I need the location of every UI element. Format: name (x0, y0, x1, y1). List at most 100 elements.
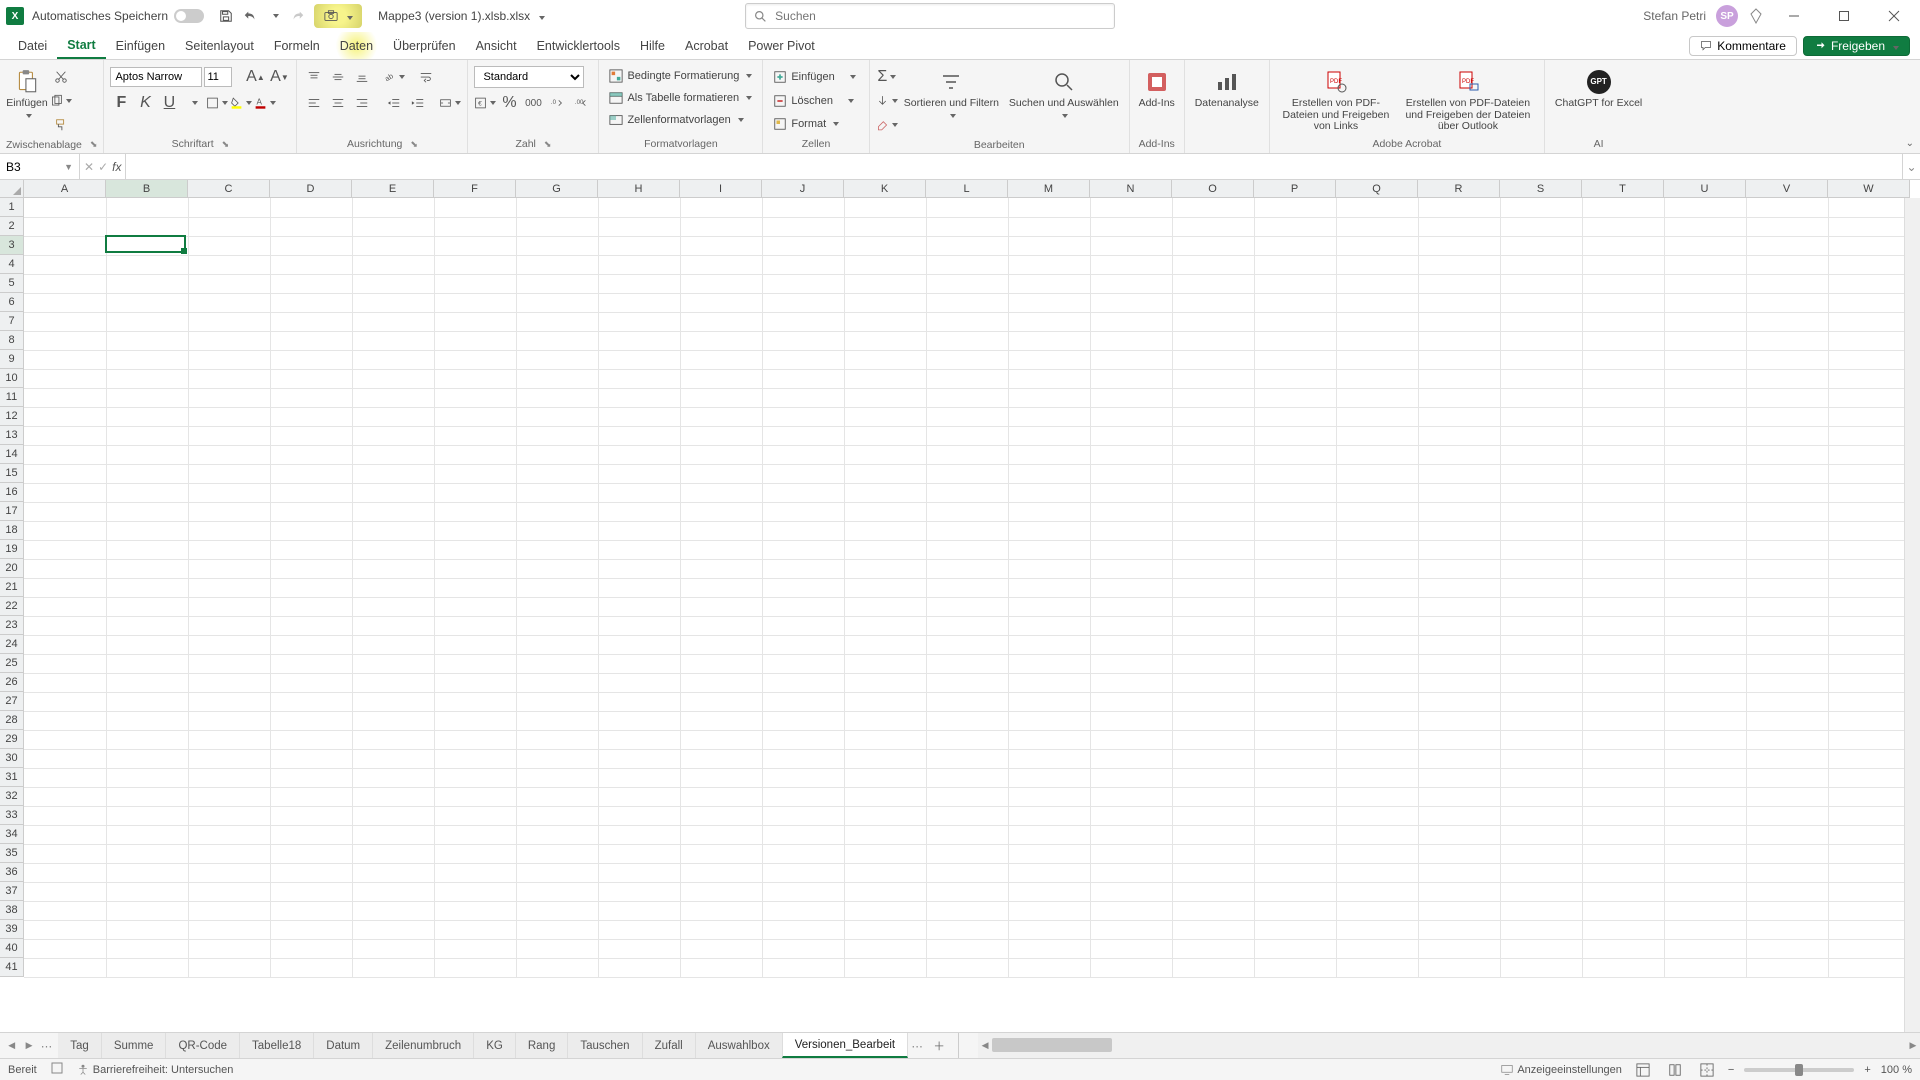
column-header[interactable]: E (352, 180, 434, 198)
cell[interactable] (1828, 236, 1910, 255)
cell[interactable] (1336, 806, 1418, 825)
cell[interactable] (434, 958, 516, 977)
cell[interactable] (1336, 426, 1418, 445)
cell[interactable] (1500, 198, 1582, 217)
cell[interactable] (1172, 806, 1254, 825)
cell[interactable] (1336, 825, 1418, 844)
cell[interactable] (1664, 939, 1746, 958)
column-header[interactable]: S (1500, 180, 1582, 198)
cell[interactable] (598, 502, 680, 521)
cell[interactable] (1500, 236, 1582, 255)
cell[interactable] (270, 825, 352, 844)
cell[interactable] (680, 692, 762, 711)
cell[interactable] (844, 255, 926, 274)
cell[interactable] (1828, 882, 1910, 901)
hscroll-thumb[interactable] (992, 1038, 1112, 1052)
cell[interactable] (844, 445, 926, 464)
cell[interactable] (270, 464, 352, 483)
cell[interactable] (1500, 654, 1582, 673)
cell[interactable] (1500, 749, 1582, 768)
row-header[interactable]: 11 (0, 388, 24, 407)
sheet-nav-menu-icon[interactable]: ⋯ (41, 1039, 53, 1053)
cell[interactable] (106, 920, 188, 939)
cell[interactable] (1090, 350, 1172, 369)
cell[interactable] (680, 844, 762, 863)
cell[interactable] (680, 559, 762, 578)
cell[interactable] (1172, 483, 1254, 502)
format-painter-icon[interactable] (50, 114, 72, 136)
cell[interactable] (1664, 730, 1746, 749)
cell[interactable] (270, 844, 352, 863)
row-header[interactable]: 9 (0, 350, 24, 369)
cell[interactable] (762, 654, 844, 673)
filename[interactable]: Mappe3 (version 1).xlsb.xlsx (378, 9, 545, 23)
cell[interactable] (598, 578, 680, 597)
cell[interactable] (352, 616, 434, 635)
cell[interactable] (762, 274, 844, 293)
increase-decimal-icon[interactable]: .0 (546, 92, 568, 114)
cell[interactable] (1090, 692, 1172, 711)
cell[interactable] (434, 483, 516, 502)
cell[interactable] (352, 255, 434, 274)
cell[interactable] (1254, 426, 1336, 445)
cell[interactable] (1090, 711, 1172, 730)
cell[interactable] (1746, 730, 1828, 749)
autosum-icon[interactable]: Σ (876, 66, 898, 88)
cell[interactable] (1664, 768, 1746, 787)
cell[interactable] (1172, 198, 1254, 217)
cell[interactable] (352, 692, 434, 711)
row-header[interactable]: 2 (0, 217, 24, 236)
cell[interactable] (1828, 464, 1910, 483)
cell[interactable] (1336, 749, 1418, 768)
cell[interactable] (1254, 559, 1336, 578)
cell[interactable] (1336, 768, 1418, 787)
cell[interactable] (188, 274, 270, 293)
cell[interactable] (1582, 236, 1664, 255)
status-macro-icon[interactable] (51, 1062, 63, 1077)
underline-icon[interactable]: U (158, 92, 180, 114)
maximize-button[interactable] (1824, 0, 1864, 32)
sheet-nav-prev-icon[interactable]: ◄ (6, 1040, 17, 1052)
cell[interactable] (926, 464, 1008, 483)
cell[interactable] (1828, 388, 1910, 407)
name-box-dropdown-icon[interactable]: ▼ (64, 162, 73, 172)
cell[interactable] (434, 426, 516, 445)
align-right-icon[interactable] (351, 92, 373, 114)
cell[interactable] (680, 654, 762, 673)
cell[interactable] (1582, 901, 1664, 920)
cell[interactable] (434, 730, 516, 749)
cell[interactable] (352, 369, 434, 388)
cell[interactable] (352, 597, 434, 616)
cell[interactable] (1746, 198, 1828, 217)
cell[interactable] (762, 901, 844, 920)
cell[interactable] (1254, 768, 1336, 787)
cell[interactable] (1828, 312, 1910, 331)
cell[interactable] (1090, 388, 1172, 407)
cell[interactable] (844, 217, 926, 236)
row-header[interactable]: 30 (0, 749, 24, 768)
tab-start[interactable]: Start (57, 32, 105, 59)
cell[interactable] (270, 274, 352, 293)
cell[interactable] (680, 274, 762, 293)
cell[interactable] (1500, 692, 1582, 711)
cell[interactable] (1008, 331, 1090, 350)
cell[interactable] (926, 787, 1008, 806)
cell[interactable] (1500, 426, 1582, 445)
cell[interactable] (1664, 369, 1746, 388)
cell[interactable] (680, 198, 762, 217)
cell[interactable] (844, 958, 926, 977)
cell[interactable] (1500, 540, 1582, 559)
border-icon[interactable] (206, 92, 228, 114)
cell[interactable] (1418, 312, 1500, 331)
cell[interactable] (352, 825, 434, 844)
cell[interactable] (24, 483, 106, 502)
cell[interactable] (680, 939, 762, 958)
cell[interactable] (1172, 464, 1254, 483)
cell[interactable] (1582, 578, 1664, 597)
cell[interactable] (1746, 578, 1828, 597)
cell[interactable] (270, 939, 352, 958)
cell[interactable] (1172, 255, 1254, 274)
cell[interactable] (680, 388, 762, 407)
cell[interactable] (270, 768, 352, 787)
merge-icon[interactable] (439, 92, 461, 114)
